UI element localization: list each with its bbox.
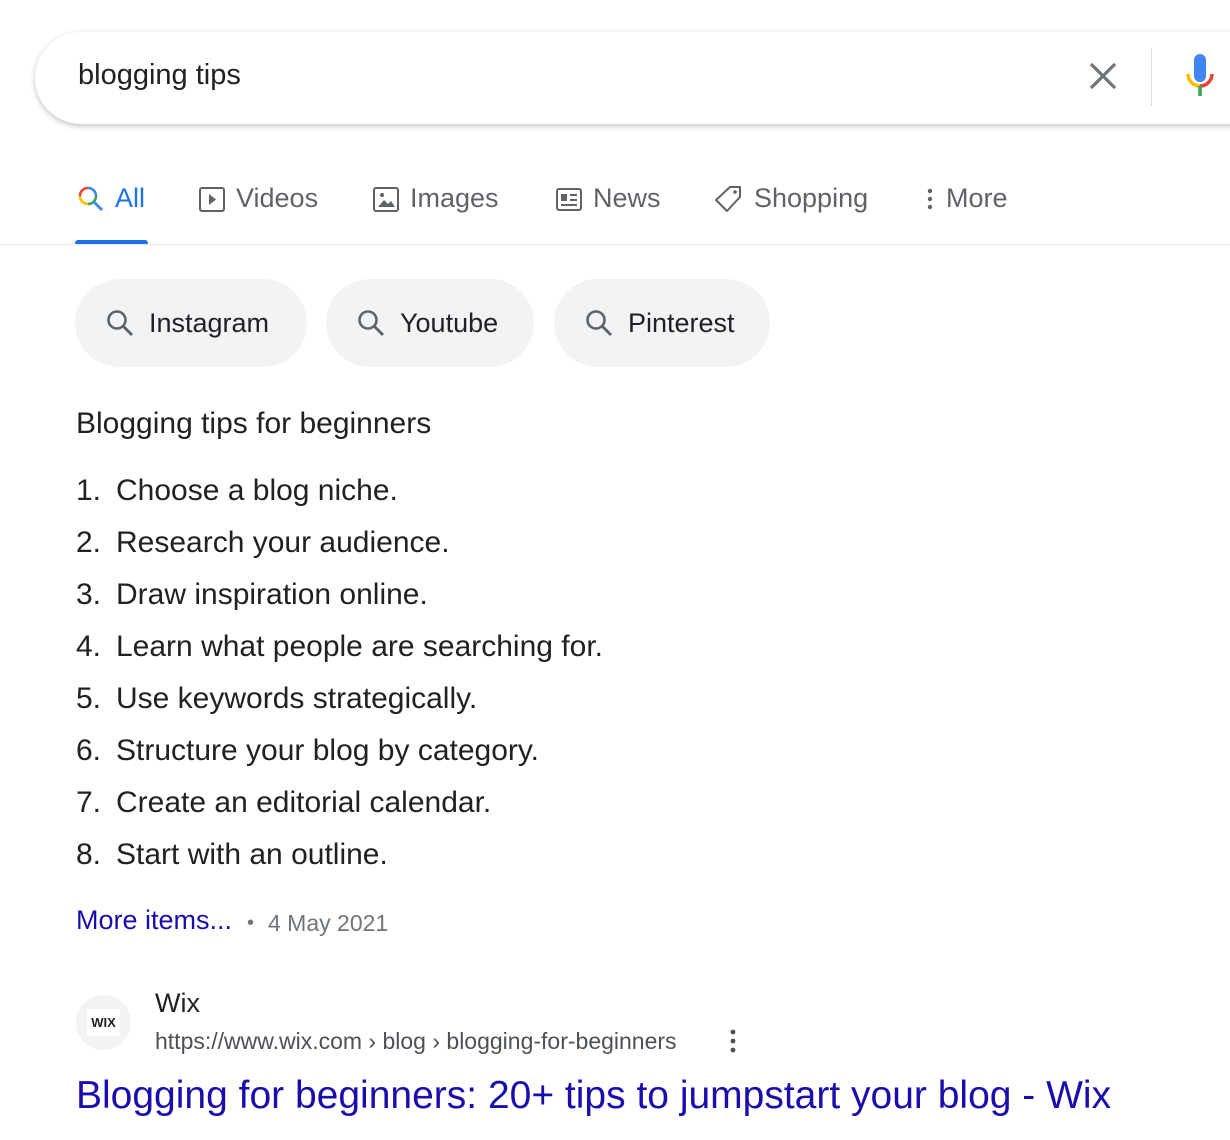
result-url[interactable]: https://www.wix.com › blog › blogging-fo… xyxy=(155,1028,677,1055)
item-text: Research your audience. xyxy=(116,526,450,559)
list-item: 2. Research your audience. xyxy=(76,526,450,560)
video-icon xyxy=(199,186,225,212)
search-icon xyxy=(107,310,133,336)
chip-youtube[interactable]: Youtube xyxy=(326,279,534,367)
tag-icon xyxy=(715,185,741,212)
item-number: 4. xyxy=(76,630,102,663)
divider xyxy=(1151,48,1152,106)
tab-label: Videos xyxy=(236,183,319,213)
tab-all[interactable]: All xyxy=(77,183,145,214)
clear-icon[interactable] xyxy=(1085,58,1121,94)
more-vert-icon[interactable] xyxy=(726,1028,740,1056)
tab-label: More xyxy=(946,183,1008,213)
tab-label: Images xyxy=(410,183,499,213)
search-icon xyxy=(586,310,612,336)
search-icon xyxy=(358,310,384,336)
list-item: 6. Structure your blog by category. xyxy=(76,734,539,768)
list-item: 8. Start with an outline. xyxy=(76,838,388,872)
item-text: Choose a blog niche. xyxy=(116,474,398,507)
chip-label: Pinterest xyxy=(628,307,735,338)
item-number: 6. xyxy=(76,734,102,767)
chip-pinterest[interactable]: Pinterest xyxy=(554,279,770,367)
news-icon xyxy=(556,187,582,211)
tab-news[interactable]: News xyxy=(555,183,661,214)
result-title-link[interactable]: Blogging for beginners: 20+ tips to jump… xyxy=(76,1074,1111,1118)
search-input[interactable]: blogging tips xyxy=(78,59,241,92)
divider xyxy=(0,244,1230,245)
microphone-icon[interactable] xyxy=(1185,54,1215,100)
list-item: 4. Learn what people are searching for. xyxy=(76,630,603,664)
item-number: 3. xyxy=(76,578,102,611)
more-items-link[interactable]: More items... xyxy=(76,905,232,936)
snippet-heading: Blogging tips for beginners xyxy=(76,407,432,440)
snippet-date: 4 May 2021 xyxy=(268,910,389,936)
site-name[interactable]: Wix xyxy=(155,988,200,1019)
image-icon xyxy=(373,186,399,212)
item-number: 7. xyxy=(76,786,102,819)
item-text: Structure your blog by category. xyxy=(116,734,539,767)
search-box[interactable]: blogging tips xyxy=(35,32,1230,124)
search-icon xyxy=(78,186,104,211)
tab-more[interactable]: More xyxy=(924,183,1008,214)
tab-label: News xyxy=(593,183,661,213)
item-text: Create an editorial calendar. xyxy=(116,786,492,819)
chip-label: Instagram xyxy=(149,307,270,338)
item-number: 5. xyxy=(76,682,102,715)
tab-videos[interactable]: Videos xyxy=(198,183,318,214)
list-item: 7. Create an editorial calendar. xyxy=(76,786,491,820)
item-number: 2. xyxy=(76,526,102,559)
chip-instagram[interactable]: Instagram xyxy=(75,279,307,367)
item-number: 1. xyxy=(76,474,102,507)
item-text: Start with an outline. xyxy=(116,838,388,871)
tab-images[interactable]: Images xyxy=(372,183,499,214)
item-text: Use keywords strategically. xyxy=(116,682,478,715)
tab-label: Shopping xyxy=(754,183,869,213)
more-vert-icon xyxy=(927,188,933,209)
tab-shopping[interactable]: Shopping xyxy=(714,183,868,214)
item-text: Draw inspiration online. xyxy=(116,578,428,611)
item-text: Learn what people are searching for. xyxy=(116,630,603,663)
site-favicon: WIX xyxy=(76,995,131,1050)
list-item: 1. Choose a blog niche. xyxy=(76,474,398,508)
chip-label: Youtube xyxy=(400,307,499,338)
tab-label: All xyxy=(115,183,146,213)
list-item: 3. Draw inspiration online. xyxy=(76,578,428,612)
separator: • xyxy=(247,912,255,934)
favicon-text: WIX xyxy=(87,1009,120,1036)
item-number: 8. xyxy=(76,838,102,871)
list-item: 5. Use keywords strategically. xyxy=(76,682,477,716)
